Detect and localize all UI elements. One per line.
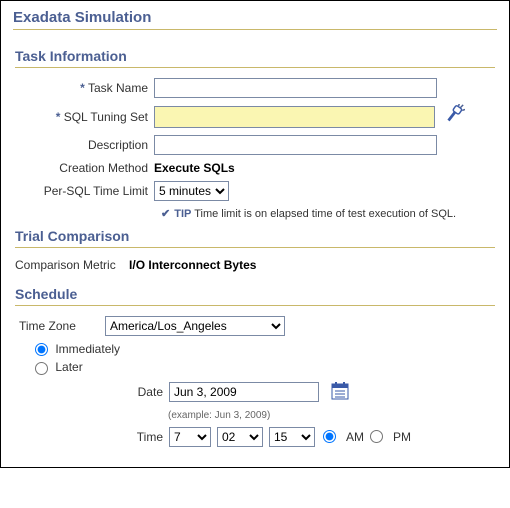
ampm-group: AM PM (323, 430, 411, 444)
am-label: AM (346, 430, 364, 444)
pm-label: PM (393, 430, 411, 444)
immediately-radio[interactable] (35, 343, 48, 356)
row-description: Description (13, 135, 497, 155)
date-label: Date (13, 385, 169, 399)
comparison-metric-label: Comparison Metric (15, 258, 116, 272)
task-name-input[interactable] (154, 78, 437, 98)
task-name-label: * Task Name (13, 81, 154, 95)
row-task-name: * Task Name (13, 78, 497, 98)
radio-later-row: Later (35, 360, 497, 374)
row-date: Date (13, 381, 497, 404)
time-zone-label: Time Zone (19, 319, 105, 333)
immediately-label: Immediately (55, 342, 120, 356)
time-second-select[interactable]: 15 (269, 427, 315, 447)
sql-tuning-set-input[interactable] (154, 106, 435, 128)
section-trial-comparison: Trial Comparison (15, 228, 495, 248)
row-sql-tuning-set: * SQL Tuning Set (13, 104, 497, 129)
description-label: Description (13, 138, 154, 152)
row-comparison-metric: Comparison Metric I/O Interconnect Bytes (15, 258, 495, 272)
exadata-simulation-form: Exadata Simulation Task Information * Ta… (0, 0, 510, 468)
per-sql-time-limit-label: Per-SQL Time Limit (13, 184, 154, 198)
time-hour-select[interactable]: 7 (169, 427, 211, 447)
tip-icon: ✔ (161, 208, 170, 220)
comparison-metric-value: I/O Interconnect Bytes (129, 258, 256, 272)
creation-method-label: Creation Method (13, 161, 154, 175)
date-example: (example: Jun 3, 2009) (168, 410, 497, 421)
date-input[interactable] (169, 382, 319, 402)
time-label: Time (13, 430, 169, 444)
calendar-icon[interactable] (331, 381, 349, 404)
time-minute-select[interactable]: 02 (217, 427, 263, 447)
tip-row: ✔ TIP Time limit is on elapsed time of te… (161, 207, 497, 220)
per-sql-time-limit-select[interactable]: 5 minutes (154, 181, 229, 201)
row-per-sql-time-limit: Per-SQL Time Limit 5 minutes (13, 181, 497, 201)
flashlight-icon[interactable] (443, 104, 465, 129)
row-creation-method: Creation Method Execute SQLs (13, 161, 497, 175)
later-label: Later (55, 360, 82, 374)
section-task-information: Task Information (15, 48, 495, 68)
row-time: Time 7 02 15 AM PM (13, 427, 497, 447)
later-radio[interactable] (35, 362, 48, 375)
section-schedule: Schedule (15, 286, 495, 306)
am-radio[interactable] (323, 430, 336, 443)
description-input[interactable] (154, 135, 437, 155)
tip-label: TIP (174, 208, 191, 220)
tip-text: Time limit is on elapsed time of test ex… (194, 208, 456, 220)
row-time-zone: Time Zone America/Los_Angeles (19, 316, 497, 336)
sql-tuning-set-label: * SQL Tuning Set (13, 110, 154, 124)
radio-immediately-row: Immediately (35, 342, 497, 356)
pm-radio[interactable] (370, 430, 383, 443)
time-zone-select[interactable]: America/Los_Angeles (105, 316, 285, 336)
creation-method-value: Execute SQLs (154, 161, 235, 175)
page-title: Exadata Simulation (13, 7, 497, 30)
